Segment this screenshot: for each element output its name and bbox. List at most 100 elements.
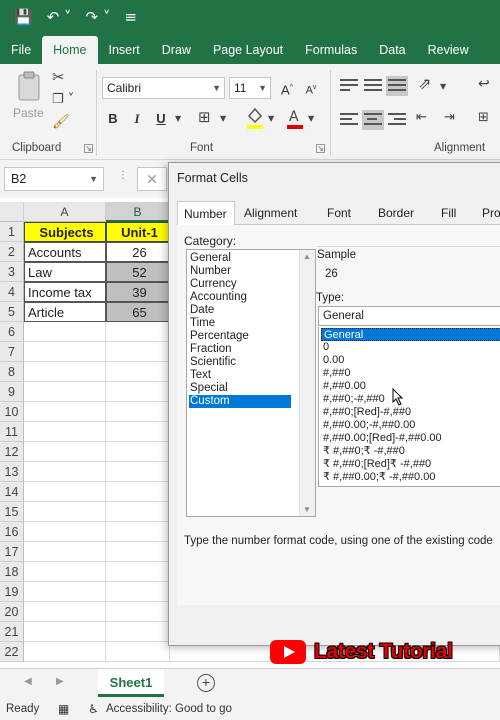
cell[interactable] [24,582,106,602]
fill-color-icon[interactable] [246,106,264,130]
row-header-9[interactable]: 9 [0,382,24,402]
category-scrollbar[interactable]: ▲ ▼ [299,250,315,516]
category-item[interactable]: Text [189,369,291,382]
header-cell-subjects[interactable]: Subjects [24,222,106,242]
cell[interactable] [24,562,106,582]
category-item[interactable]: Percentage [189,330,291,343]
type-item[interactable]: ₹ #,##0.00;₹ -#,##0.00 [321,471,500,484]
decrease-indent-icon[interactable]: ⇤ [416,110,427,125]
row-header-18[interactable]: 18 [0,562,24,582]
tab-review[interactable]: Review [417,36,480,64]
cell[interactable] [24,462,106,482]
column-header-a[interactable]: A [24,202,106,222]
type-item[interactable]: ₹ #,##0;[Red]₹ -#,##0 [321,458,500,471]
prev-sheet-icon[interactable]: ◀ [24,676,32,687]
cell[interactable] [106,422,170,442]
type-input[interactable]: General [318,306,500,326]
unit-cell[interactable]: 65 [106,302,170,322]
unit-cell[interactable]: 26 [106,242,170,262]
subject-cell[interactable]: Accounts [24,242,106,262]
orientation-icon[interactable]: ⇗ [418,74,431,93]
tab-page-layout[interactable]: Page Layout [202,36,294,64]
tab-formulas[interactable]: Formulas [294,36,368,64]
decrease-font-button[interactable]: Av [300,77,322,99]
cell[interactable] [106,642,170,662]
select-all-corner[interactable] [0,202,24,222]
tab-data[interactable]: Data [368,36,416,64]
customize-qat-icon[interactable]: ≡ [124,8,137,26]
format-painter-icon[interactable]: 🖌 [52,114,70,130]
cell[interactable] [24,382,106,402]
middle-align-icon[interactable] [362,76,384,96]
redo-icon[interactable]: ↷ ˅ [86,8,111,26]
row-header-11[interactable]: 11 [0,422,24,442]
save-icon[interactable]: 💾 [14,8,33,26]
dialog-tab-number[interactable]: Number [177,201,235,226]
bold-button[interactable]: B [102,108,124,130]
cell[interactable] [106,482,170,502]
row-header-13[interactable]: 13 [0,462,24,482]
category-item[interactable]: Special [189,382,291,395]
accessibility-icon[interactable]: ♿ [88,698,99,720]
underline-dropdown-icon[interactable]: ▼ [175,114,181,123]
cell[interactable] [24,502,106,522]
row-header-17[interactable]: 17 [0,542,24,562]
align-left-icon[interactable] [338,110,360,130]
type-item[interactable]: #,##0;-#,##0 [321,393,500,406]
column-header-b[interactable]: B [106,202,170,222]
cell[interactable] [106,322,170,342]
row-header-20[interactable]: 20 [0,602,24,622]
cell[interactable] [24,482,106,502]
cell[interactable] [106,582,170,602]
next-sheet-icon[interactable]: ▶ [56,676,64,687]
sheet-tab-sheet1[interactable]: Sheet1 [98,669,164,697]
cell[interactable] [106,542,170,562]
dialog-tab-fill[interactable]: Fill [435,201,462,225]
tab-file[interactable]: File [0,36,42,64]
name-box[interactable]: B2 ▼ [4,167,104,191]
row-header-16[interactable]: 16 [0,522,24,542]
unit-cell[interactable]: 52 [106,262,170,282]
category-item[interactable]: Currency [189,278,291,291]
category-item[interactable]: Number [189,265,291,278]
orientation-dropdown-icon[interactable]: ▼ [440,82,446,91]
row-header-5[interactable]: 5 [0,302,24,322]
cell[interactable] [106,502,170,522]
category-item[interactable]: Custom [189,395,291,408]
font-name-select[interactable]: Calibri ▼ [102,77,225,99]
dialog-tab-alignment[interactable]: Alignment [238,201,303,225]
subject-cell[interactable]: Income tax [24,282,106,302]
cell[interactable] [24,322,106,342]
type-item[interactable]: #,##0;[Red]-#,##0 [321,406,500,419]
row-header-12[interactable]: 12 [0,442,24,462]
cell[interactable] [24,402,106,422]
fill-color-dropdown-icon[interactable]: ▼ [268,114,274,123]
scroll-down-icon[interactable]: ▼ [303,505,311,514]
scroll-up-icon[interactable]: ▲ [303,252,311,261]
bottom-align-icon[interactable] [386,76,408,96]
type-item[interactable]: #,##0 [321,367,500,380]
undo-icon[interactable]: ↶ ˅ [47,8,72,26]
cell[interactable] [106,522,170,542]
type-item[interactable]: 0.00 [321,354,500,367]
row-header-10[interactable]: 10 [0,402,24,422]
accessibility-status[interactable]: Accessibility: Good to go [106,698,232,720]
row-header-4[interactable]: 4 [0,282,24,302]
subject-cell[interactable]: Law [24,262,106,282]
category-list[interactable]: ▲ ▼ General Number Currency Accounting Date T… [186,249,316,517]
tab-home[interactable]: Home [42,36,98,64]
cell[interactable] [106,402,170,422]
tab-draw[interactable]: Draw [151,36,202,64]
font-size-select[interactable]: 11 ▼ [229,77,271,99]
italic-button[interactable]: I [126,108,148,130]
borders-icon[interactable]: ⊞ [198,108,211,126]
top-align-icon[interactable] [338,76,360,96]
name-box-resize-icon[interactable]: ⋮ [118,170,128,181]
row-header-7[interactable]: 7 [0,342,24,362]
header-cell-unit[interactable]: Unit-1 [106,222,170,242]
tab-insert[interactable]: Insert [98,36,151,64]
type-item[interactable]: General [321,328,500,341]
cell[interactable] [106,602,170,622]
subject-cell[interactable]: Article [24,302,106,322]
paste-icon[interactable] [14,70,46,104]
